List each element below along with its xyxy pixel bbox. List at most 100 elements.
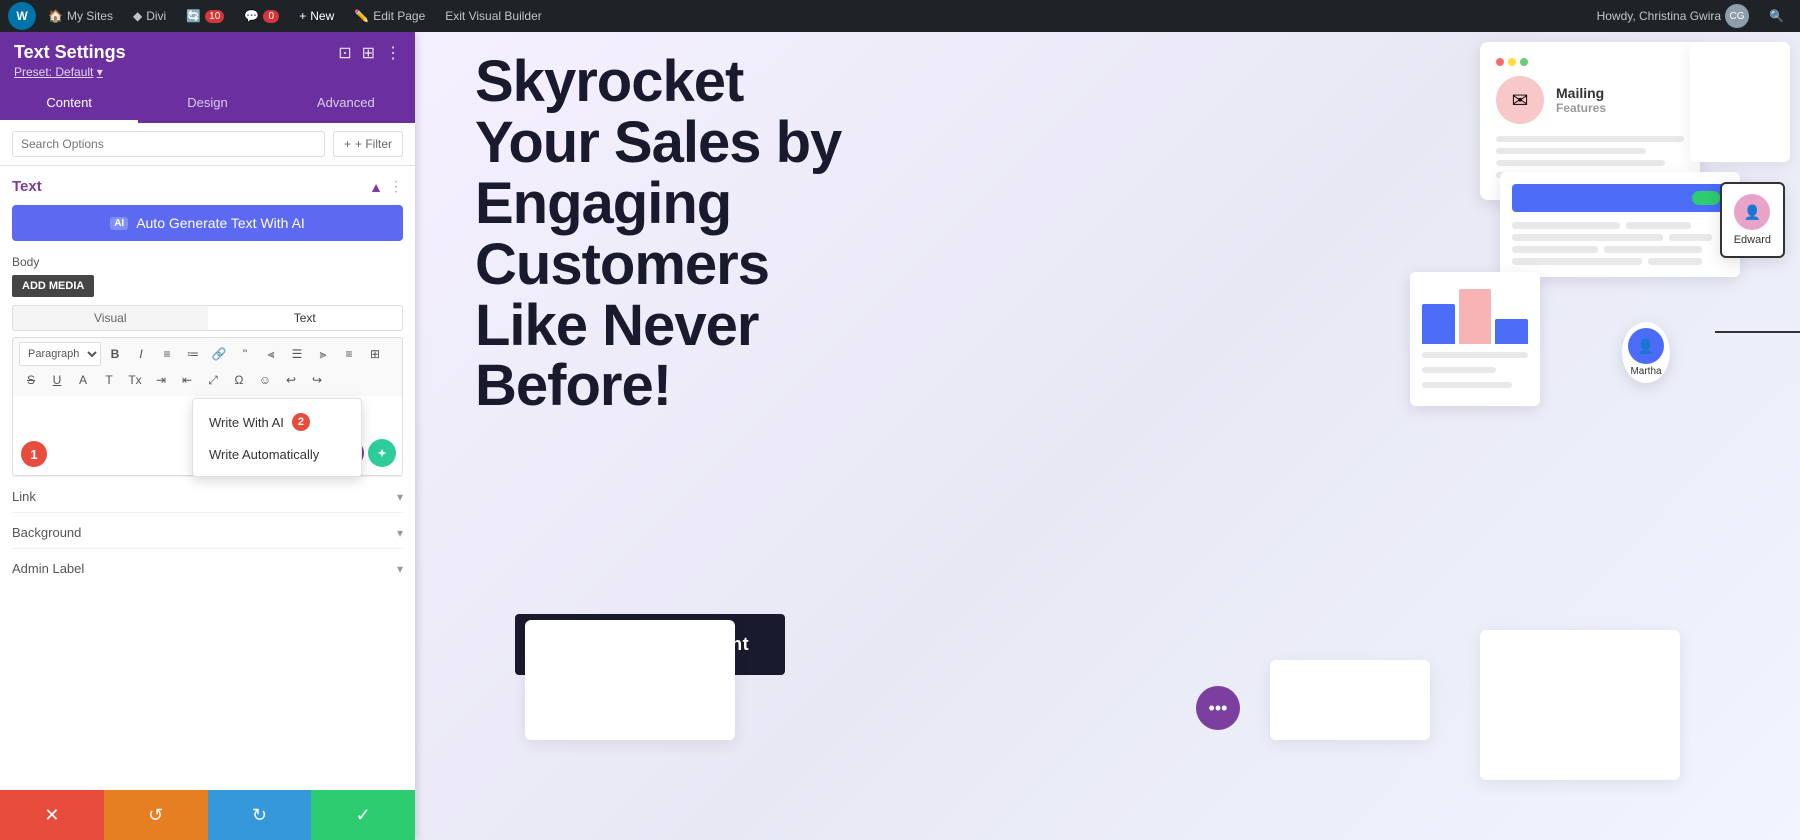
ui-toggle (1692, 191, 1720, 205)
chart-card (1410, 272, 1540, 406)
hero-section: Skyrocket Your Sales by Engaging Custome… (415, 32, 1800, 840)
undo-btn[interactable]: ↩ (279, 368, 303, 392)
admin-bar-right: Howdy, Christina Gwira CG 🔍 (1589, 4, 1792, 28)
font-color-btn[interactable]: A (71, 368, 95, 392)
redo-button[interactable]: ↻ (208, 790, 312, 840)
preset-dropdown[interactable]: ▾ (97, 65, 103, 79)
section-more-icon[interactable]: ⋮ (389, 178, 403, 195)
section-icons: ▲ ⋮ (369, 178, 403, 195)
chart-bars (1422, 284, 1528, 344)
panel-title: Text Settings (14, 42, 126, 63)
background-section-header[interactable]: Background ▾ (12, 525, 403, 540)
align-center-btn[interactable]: ☰ (285, 342, 309, 366)
bottom-card-2 (1480, 630, 1680, 780)
align-right-btn[interactable]: ⫸ (311, 342, 335, 366)
purple-dot-menu[interactable]: ••• (1196, 686, 1240, 730)
write-automatically-option[interactable]: Write Automatically (193, 439, 361, 470)
justify-btn[interactable]: ≡ (337, 342, 361, 366)
comments-menu[interactable]: 💬 0 (236, 0, 287, 32)
step-badge-1: 1 (21, 441, 47, 467)
search-btn[interactable]: 🔍 (1761, 9, 1792, 23)
add-media-button[interactable]: ADD MEDIA (12, 275, 94, 297)
bottom-bar: ✕ ↺ ↻ ✓ (0, 790, 415, 840)
write-with-ai-option[interactable]: Write With AI 2 (193, 405, 361, 439)
link-section-header[interactable]: Link ▾ (12, 489, 403, 504)
exit-builder-btn[interactable]: Exit Visual Builder (437, 0, 550, 32)
fullscreen-editor-btn[interactable]: ⤢ (201, 368, 225, 392)
unordered-list-btn[interactable]: ≡ (155, 342, 179, 366)
ai-generate-button[interactable]: AI Auto Generate Text With AI (12, 205, 403, 241)
ui-lines (1512, 222, 1728, 265)
text-section: Text ▲ ⋮ AI Auto Generate Text With AI B… (12, 178, 403, 476)
ai-teal-btn[interactable]: ✦ (368, 439, 396, 467)
search-input[interactable] (12, 131, 325, 157)
home-icon: 🏠 (48, 9, 63, 23)
paste-text-btn[interactable]: T (97, 368, 121, 392)
user-greeting[interactable]: Howdy, Christina Gwira CG (1589, 4, 1757, 28)
fullscreen-icon[interactable]: ⊡ (338, 43, 351, 63)
clear-format-btn[interactable]: Tx (123, 368, 147, 392)
editor-tab-visual[interactable]: Visual (13, 306, 208, 330)
tab-content[interactable]: Content (0, 85, 138, 123)
wordpress-icon[interactable]: W (8, 2, 36, 30)
blockquote-btn[interactable]: " (233, 342, 257, 366)
admin-bar: W 🏠 My Sites ◆ Divi 🔄 10 💬 0 + New ✏️ Ed… (0, 0, 1800, 32)
divi-menu[interactable]: ◆ Divi (125, 0, 174, 32)
table-btn[interactable]: ⊞ (363, 342, 387, 366)
special-char-btn[interactable]: Ω (227, 368, 251, 392)
martha-name: Martha (1628, 366, 1664, 377)
outdent-btn[interactable]: ⇤ (175, 368, 199, 392)
pencil-icon: ✏️ (354, 9, 369, 23)
hero-headline: Skyrocket Your Sales by Engaging Custome… (475, 52, 915, 417)
new-menu[interactable]: + New (291, 0, 342, 32)
mail-icon: ✉ (1496, 76, 1544, 124)
updates-count: 10 (205, 10, 224, 23)
editor-tabs: Visual Text (12, 305, 403, 331)
filter-button[interactable]: + + Filter (333, 131, 403, 157)
my-sites-menu[interactable]: 🏠 My Sites (40, 0, 121, 32)
admin-label-chevron-icon: ▾ (397, 562, 403, 576)
more-icon[interactable]: ⋮ (385, 43, 401, 63)
link-chevron-icon: ▾ (397, 490, 403, 504)
admin-label-section-header[interactable]: Admin Label ▾ (12, 561, 403, 576)
dot-yellow (1508, 58, 1516, 66)
chart-lines (1422, 352, 1528, 394)
paragraph-select[interactable]: Paragraph (19, 342, 101, 366)
align-left-btn[interactable]: ⫷ (259, 342, 283, 366)
tab-design[interactable]: Design (138, 85, 276, 123)
strikethrough-btn[interactable]: S (19, 368, 43, 392)
undo-button[interactable]: ↺ (104, 790, 208, 840)
admin-label-section: Admin Label ▾ (12, 548, 403, 584)
link-btn[interactable]: 🔗 (207, 342, 231, 366)
panel-preset: Preset: Default ▾ (14, 65, 401, 79)
admin-label-title: Admin Label (12, 561, 84, 576)
body-label: Body (12, 255, 403, 269)
italic-btn[interactable]: I (129, 342, 153, 366)
collapse-icon[interactable]: ▲ (369, 179, 383, 195)
redo-btn[interactable]: ↪ (305, 368, 329, 392)
indent-btn[interactable]: ⇥ (149, 368, 173, 392)
emoji-btn[interactable]: ☺ (253, 368, 277, 392)
tooltip-badge: 2 (292, 413, 310, 431)
comments-count: 0 (263, 10, 279, 23)
save-button[interactable]: ✓ (311, 790, 415, 840)
chart-bar-2 (1459, 289, 1492, 344)
mailing-title: Mailing (1556, 85, 1606, 101)
comment-icon: 💬 (244, 9, 259, 23)
columns-icon[interactable]: ⊞ (362, 43, 375, 63)
cancel-button[interactable]: ✕ (0, 790, 104, 840)
ordered-list-btn[interactable]: ≔ (181, 342, 205, 366)
panel-content: Text ▲ ⋮ AI Auto Generate Text With AI B… (0, 166, 415, 790)
mailing-subtitle: Features (1556, 101, 1606, 115)
panel-header: Text Settings ⊡ ⊞ ⋮ Preset: Default ▾ (0, 32, 415, 85)
updates-menu[interactable]: 🔄 10 (178, 0, 232, 32)
editor-toolbar: Paragraph B I ≡ ≔ 🔗 " ⫷ ☰ ⫸ ≡ ⊞ S U A (12, 337, 403, 396)
left-panel: Text Settings ⊡ ⊞ ⋮ Preset: Default ▾ Co… (0, 32, 415, 840)
editor-tab-text[interactable]: Text (208, 306, 403, 330)
editor-body[interactable]: 1 AI ✦ Write With AI 2 Write Automatic (12, 396, 403, 476)
underline-btn[interactable]: U (45, 368, 69, 392)
link-section-title: Link (12, 489, 36, 504)
tab-advanced[interactable]: Advanced (277, 85, 415, 123)
bold-btn[interactable]: B (103, 342, 127, 366)
edit-page-btn[interactable]: ✏️ Edit Page (346, 0, 433, 32)
